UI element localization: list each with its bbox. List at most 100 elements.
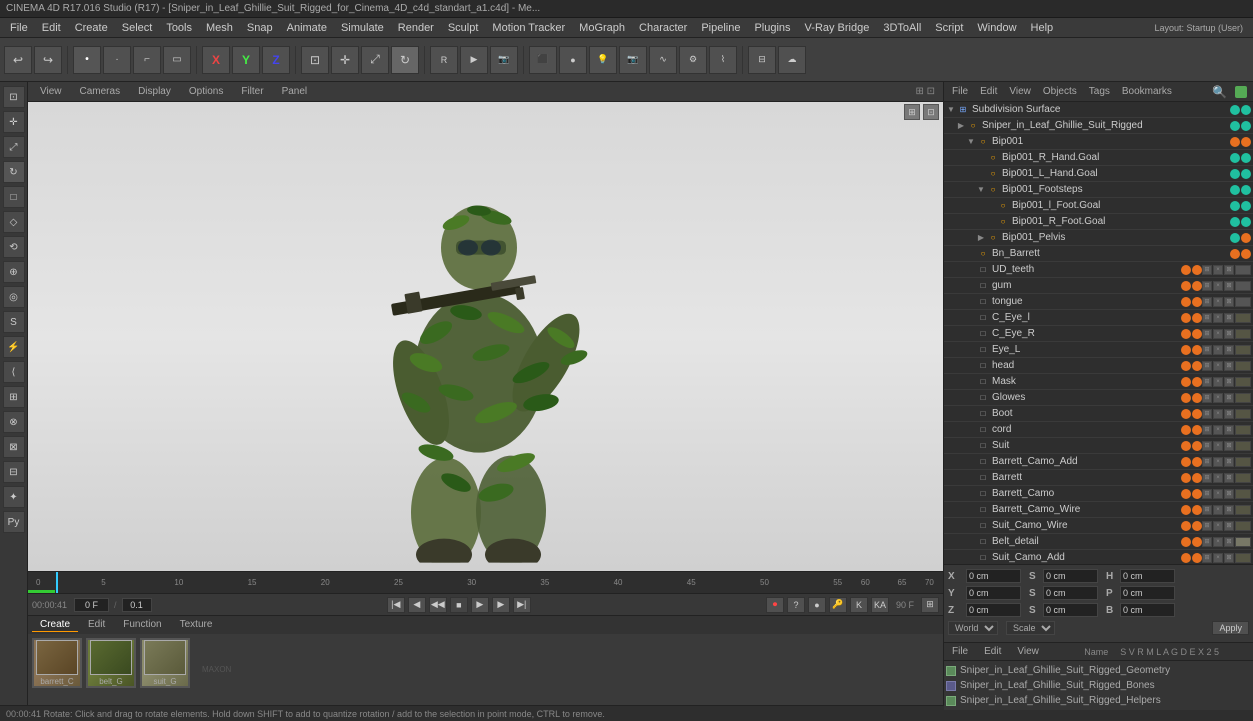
add-generator-btn[interactable]: ⚙ (679, 46, 707, 74)
obj-row-l-hand[interactable]: ▶ ○ Bip001_L_Hand.Goal (944, 166, 1253, 182)
lt-t5[interactable]: ◎ (3, 286, 25, 308)
lt-t2[interactable]: ◇ (3, 211, 25, 233)
record-panel-btn[interactable]: ⊞ (921, 597, 939, 613)
goto-end-btn[interactable]: ▶| (513, 597, 531, 613)
lt-t9[interactable]: ⊞ (3, 386, 25, 408)
obj-row-glowes[interactable]: ▶ □ Glowes ⊞ × ⊠ (944, 390, 1253, 406)
menu-pipeline[interactable]: Pipeline (695, 21, 746, 35)
add-sphere-btn[interactable]: ● (559, 46, 587, 74)
vtab-display[interactable]: Display (130, 85, 179, 98)
lt-scale-btn[interactable]: ⤢ (3, 136, 25, 158)
add-deformer-btn[interactable]: ⌇ (709, 46, 737, 74)
timeline-container[interactable]: 0 5 10 15 20 25 30 35 40 45 50 55 60 65 … (28, 571, 943, 593)
floor-btn[interactable]: ⊟ (748, 46, 776, 74)
key-all-btn[interactable]: KA (871, 597, 889, 613)
lt-t11[interactable]: ⊠ (3, 436, 25, 458)
obj-row-suit-camo-wire[interactable]: ▶ □ Suit_Camo_Wire ⊞ × ⊠ (944, 518, 1253, 534)
lt-rotate-btn[interactable]: ↻ (3, 161, 25, 183)
axis-z-btn[interactable]: Z (262, 46, 290, 74)
lt-t8[interactable]: ⟨ (3, 361, 25, 383)
obj-file-menu[interactable]: File (948, 85, 972, 98)
menu-script[interactable]: Script (929, 21, 969, 35)
menu-create[interactable]: Create (69, 21, 114, 35)
obj-view-menu[interactable]: View (1005, 85, 1035, 98)
add-cube-btn[interactable]: ⬛ (529, 46, 557, 74)
prev-frame-btn[interactable]: ◀ (408, 597, 426, 613)
lt-t6[interactable]: S (3, 311, 25, 333)
render-picture-btn[interactable]: 📷 (490, 46, 518, 74)
obj-row-l-foot[interactable]: ▶ ○ Bip001_l_Foot.Goal (944, 198, 1253, 214)
goto-start-btn[interactable]: |◀ (387, 597, 405, 613)
menu-mograph[interactable]: MoGraph (573, 21, 631, 35)
s-z-input[interactable] (1043, 603, 1098, 617)
add-spline-btn[interactable]: ∿ (649, 46, 677, 74)
obj-row-tongue[interactable]: ▶ □ tongue ⊞ × ⊠ (944, 294, 1253, 310)
play-reverse-btn[interactable]: ◀◀ (429, 597, 447, 613)
s-x-input[interactable] (1043, 569, 1098, 583)
vtab-cameras[interactable]: Cameras (72, 85, 129, 98)
obj-row-mask[interactable]: ▶ □ Mask ⊞ × ⊠ (944, 374, 1253, 390)
obj-row-r-hand[interactable]: ▶ ○ Bip001_R_Hand.Goal (944, 150, 1253, 166)
axis-x-btn[interactable]: X (202, 46, 230, 74)
obj-row-head[interactable]: ▶ □ head ⊞ × ⊠ (944, 358, 1253, 374)
obj-row-barrett-camo-wire[interactable]: ▶ □ Barrett_Camo_Wire ⊞ × ⊠ (944, 502, 1253, 518)
motion-record-btn[interactable]: ● (808, 597, 826, 613)
lt-move-btn[interactable]: ✛ (3, 111, 25, 133)
z-pos-input[interactable] (966, 603, 1021, 617)
menu-character[interactable]: Character (633, 21, 693, 35)
menu-3dtoall[interactable]: 3DToAll (877, 21, 927, 35)
sky-btn[interactable]: ☁ (778, 46, 806, 74)
apply-btn[interactable]: Apply (1212, 621, 1249, 635)
vtab-filter[interactable]: Filter (233, 85, 271, 98)
coord-mode-world[interactable]: World Local (948, 621, 998, 635)
coord-mode-scale[interactable]: Scale Size (1006, 621, 1055, 635)
obj-objects-menu[interactable]: Objects (1039, 85, 1081, 98)
end-frame-input[interactable] (122, 598, 152, 612)
select-tool-btn[interactable]: ⊡ (301, 46, 329, 74)
obj-row-bip001[interactable]: ▼ ○ Bip001 (944, 134, 1253, 150)
axis-y-btn[interactable]: Y (232, 46, 260, 74)
mode-polys-btn[interactable]: ▭ (163, 46, 191, 74)
obj-row-r-foot[interactable]: ▶ ○ Bip001_R_Foot.Goal (944, 214, 1253, 230)
menu-snap[interactable]: Snap (241, 21, 279, 35)
obj-bookmarks-menu[interactable]: Bookmarks (1118, 85, 1176, 98)
viewport-menu-btn[interactable]: ⊡ (923, 104, 939, 120)
redo-btn[interactable]: ↪ (34, 46, 62, 74)
lt-t1[interactable]: □ (3, 186, 25, 208)
x-pos-input[interactable] (966, 569, 1021, 583)
obj-row-sniper-null[interactable]: ▶ ○ Sniper_in_Leaf_Ghillie_Suit_Rigged (944, 118, 1253, 134)
attr-row-geometry[interactable]: Sniper_in_Leaf_Ghillie_Suit_Rigged_Geome… (946, 663, 1251, 678)
obj-row-eye-l[interactable]: ▶ □ Eye_L ⊞ × ⊠ (944, 342, 1253, 358)
menu-motion-tracker[interactable]: Motion Tracker (486, 21, 571, 35)
lt-t4[interactable]: ⊕ (3, 261, 25, 283)
current-frame-input[interactable] (74, 598, 109, 612)
mode-points-btn[interactable]: · (103, 46, 131, 74)
material-barrett-c[interactable]: barrett_C (32, 638, 82, 688)
render-active-btn[interactable]: ▶ (460, 46, 488, 74)
add-camera-btn[interactable]: 📷 (619, 46, 647, 74)
lt-t14[interactable]: Py (3, 511, 25, 533)
mode-edges-btn[interactable]: ⌐ (133, 46, 161, 74)
lt-t10[interactable]: ⊗ (3, 411, 25, 433)
material-belt-g[interactable]: belt_G (86, 638, 136, 688)
tab-texture[interactable]: Texture (172, 618, 221, 632)
menu-mesh[interactable]: Mesh (200, 21, 239, 35)
obj-row-pelvis[interactable]: ▶ ○ Bip001_Pelvis (944, 230, 1253, 246)
attr-view-menu[interactable]: View (1013, 645, 1043, 658)
menu-help[interactable]: Help (1025, 21, 1060, 35)
obj-row-footsteps[interactable]: ▼ ○ Bip001_Footsteps (944, 182, 1253, 198)
obj-row-suit[interactable]: ▶ □ Suit ⊞ × ⊠ (944, 438, 1253, 454)
tab-edit[interactable]: Edit (80, 618, 113, 632)
obj-row-barrett-camo-add[interactable]: ▶ □ Barrett_Camo_Add ⊞ × ⊠ (944, 454, 1253, 470)
rot-b-input[interactable] (1120, 603, 1175, 617)
obj-row-barrett[interactable]: ▶ □ Barrett ⊞ × ⊠ (944, 470, 1253, 486)
lt-t7[interactable]: ⚡ (3, 336, 25, 358)
lt-t12[interactable]: ⊟ (3, 461, 25, 483)
material-unknown[interactable]: suit_G (140, 638, 190, 688)
record-btn[interactable]: ⏺ (766, 597, 784, 613)
viewport-maximize-btn[interactable]: ⊞ (904, 104, 920, 120)
obj-row-bn-barrett[interactable]: ▶ ○ Bn_Barrett (944, 246, 1253, 262)
stop-btn[interactable]: ■ (450, 597, 468, 613)
obj-row-suit-camo-add[interactable]: ▶ □ Suit_Camo_Add ⊞ × ⊠ (944, 550, 1253, 564)
lt-t3[interactable]: ⟲ (3, 236, 25, 258)
